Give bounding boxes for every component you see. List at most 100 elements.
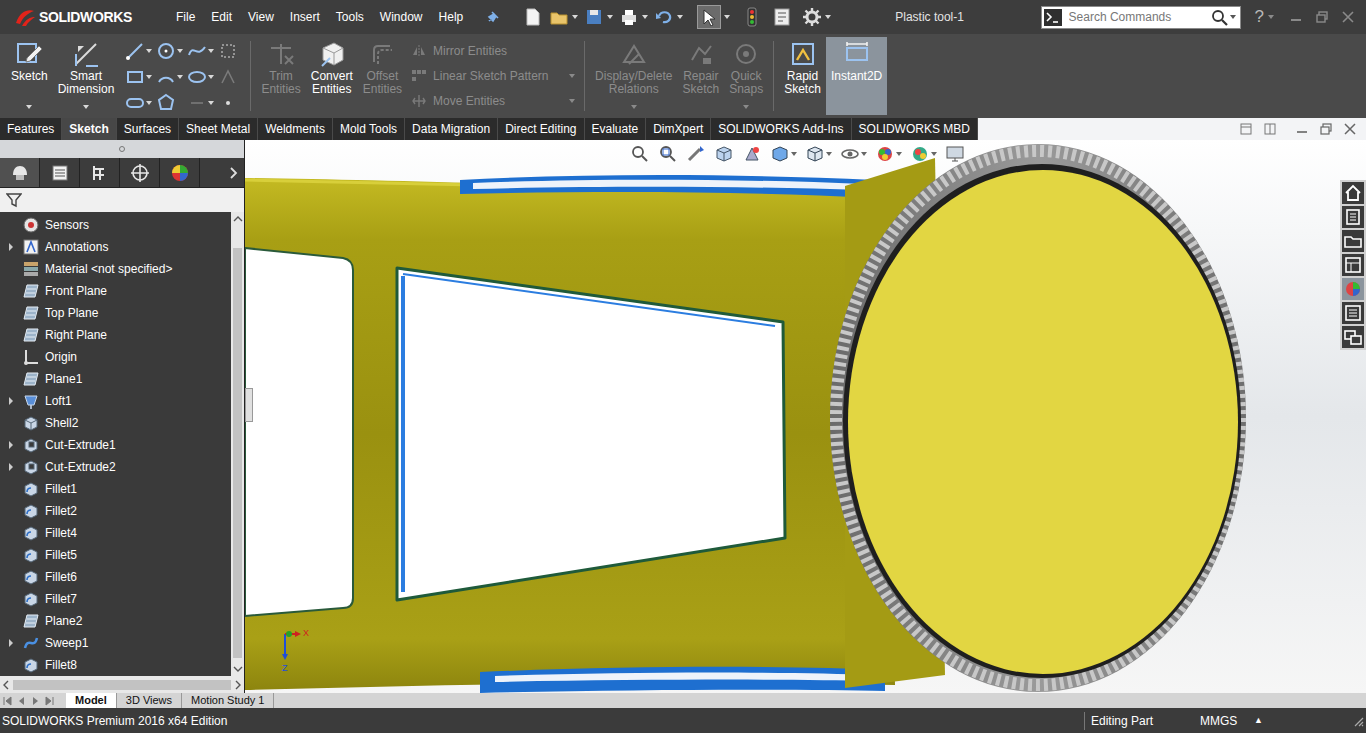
task-pane-tab[interactable]: [1342, 182, 1364, 204]
hud-button[interactable]: [684, 144, 708, 164]
tab-scroll-icon[interactable]: [45, 696, 55, 706]
dropdown-arrow-icon[interactable]: [1230, 15, 1236, 19]
panel-collapse-handle[interactable]: [245, 388, 253, 422]
ribbon-button[interactable]: Rapid Sketch: [779, 37, 826, 115]
sketch-entity-button[interactable]: [156, 65, 183, 89]
expander[interactable]: [0, 396, 22, 406]
hud-button[interactable]: [656, 144, 680, 164]
ribbon-button[interactable]: Trim Entities: [256, 37, 305, 115]
view-minimize-icon[interactable]: [1296, 123, 1308, 135]
sketch-entity-button[interactable]: [125, 65, 152, 89]
tree-item[interactable]: Sweep1: [0, 632, 231, 654]
restore-icon[interactable]: [1316, 11, 1328, 23]
task-pane-tab[interactable]: [1342, 278, 1364, 300]
dropdown-arrow-icon[interactable]: [1268, 15, 1274, 19]
hud-button[interactable]: [628, 144, 652, 164]
tree-item[interactable]: Front Plane: [0, 280, 231, 302]
sketch-entity-button[interactable]: [218, 39, 245, 63]
new-document-icon[interactable]: [523, 7, 543, 27]
open-folder-icon[interactable]: [549, 7, 569, 27]
dropdown-arrow-icon[interactable]: [569, 99, 575, 103]
expander[interactable]: [0, 638, 22, 648]
ribbon-small-button[interactable]: Move Entities: [411, 89, 575, 113]
view-restore-icon[interactable]: [1320, 123, 1332, 135]
menu-item[interactable]: Tools: [328, 0, 372, 34]
save-icon[interactable]: [584, 7, 604, 27]
dropdown-arrow-icon[interactable]: [572, 15, 578, 19]
tab-scroll-icon[interactable]: [31, 696, 41, 706]
dropdown-arrow-icon[interactable]: [743, 105, 749, 109]
print-icon[interactable]: [619, 7, 639, 27]
tree-item[interactable]: Loft1: [0, 390, 231, 412]
horizontal-scrollbar[interactable]: [0, 676, 244, 693]
panel-tab[interactable]: [40, 158, 80, 187]
dropdown-arrow-icon[interactable]: [724, 15, 730, 19]
tree-filter[interactable]: [0, 188, 244, 212]
units-text[interactable]: MMGS: [1200, 712, 1254, 730]
menu-item[interactable]: Help: [431, 0, 472, 34]
view-close-icon[interactable]: [1344, 123, 1356, 135]
tree-item[interactable]: Fillet1: [0, 478, 231, 500]
hud-button[interactable]: [768, 144, 799, 164]
bottom-tab[interactable]: Model: [66, 693, 117, 708]
command-tab[interactable]: Mold Tools: [333, 118, 405, 140]
magnifier-icon[interactable]: [1211, 9, 1228, 26]
dropdown-arrow-icon[interactable]: [569, 74, 575, 78]
split-view-icon[interactable]: [1264, 123, 1276, 135]
ribbon-small-button[interactable]: Mirror Entities: [411, 39, 575, 63]
task-pane-tab[interactable]: [1342, 254, 1364, 276]
dropdown-arrow-icon[interactable]: [631, 105, 637, 109]
tree-item[interactable]: Material <not specified>: [0, 258, 231, 280]
panel-tab[interactable]: [0, 158, 40, 187]
command-tab[interactable]: Data Migration: [405, 118, 498, 140]
dropdown-arrow-icon[interactable]: [83, 105, 89, 109]
resize-grip-icon[interactable]: [1350, 715, 1366, 727]
ribbon-button[interactable]: Instant2D: [826, 37, 887, 115]
hud-button[interactable]: [873, 144, 904, 164]
ribbon-button[interactable]: Convert Entities: [306, 37, 358, 115]
graphics-area[interactable]: XZ: [245, 140, 1366, 693]
menu-item[interactable]: File: [168, 0, 203, 34]
tree-item[interactable]: Right Plane: [0, 324, 231, 346]
menu-item[interactable]: Insert: [282, 0, 328, 34]
tree-item[interactable]: Shell2: [0, 412, 231, 434]
dropdown-arrow-icon[interactable]: [677, 15, 683, 19]
menu-item[interactable]: Window: [372, 0, 431, 34]
ribbon-small-button[interactable]: Linear Sketch Pattern: [411, 64, 575, 88]
expander[interactable]: [0, 462, 22, 472]
ribbon-button[interactable]: Display/Delete Relations: [590, 37, 677, 115]
ribbon-button[interactable]: Repair Sketch: [677, 37, 724, 115]
tab-scroll-icon[interactable]: [17, 696, 27, 706]
tree-item[interactable]: Cut-Extrude2: [0, 456, 231, 478]
sketch-entity-button[interactable]: [218, 91, 245, 115]
dropdown-arrow-icon[interactable]: [607, 15, 613, 19]
panel-tabs-more[interactable]: [200, 158, 244, 187]
tree-item[interactable]: Fillet7: [0, 588, 231, 610]
pin-icon[interactable]: [485, 9, 501, 25]
hud-button[interactable]: [943, 144, 967, 164]
sketch-entity-button[interactable]: [187, 65, 214, 89]
expander[interactable]: [0, 242, 22, 252]
sketch-entity-button[interactable]: [156, 39, 183, 63]
hud-button[interactable]: [838, 144, 869, 164]
task-pane-tab[interactable]: [1342, 230, 1364, 252]
tree-item[interactable]: Fillet5: [0, 544, 231, 566]
hud-button[interactable]: [712, 144, 736, 164]
tree-item[interactable]: Fillet4: [0, 522, 231, 544]
command-tab[interactable]: Sheet Metal: [179, 118, 258, 140]
tree-item[interactable]: Fillet8: [0, 654, 231, 676]
task-pane-tab[interactable]: [1342, 326, 1364, 348]
command-tab[interactable]: Direct Editing: [498, 118, 584, 140]
task-pane-tab[interactable]: [1342, 206, 1364, 228]
select-tool[interactable]: [697, 5, 721, 29]
command-tab[interactable]: SOLIDWORKS MBD: [852, 118, 978, 140]
bottom-tab[interactable]: 3D Views: [117, 693, 182, 708]
sketch-entity-button[interactable]: [187, 91, 214, 115]
scroll-thumb[interactable]: [233, 248, 242, 658]
tree-item[interactable]: Plane2: [0, 610, 231, 632]
sketch-entity-button[interactable]: [125, 39, 152, 63]
dropdown-arrow-icon[interactable]: [642, 15, 648, 19]
undo-icon[interactable]: [654, 7, 674, 27]
tree-item[interactable]: Top Plane: [0, 302, 231, 324]
file-properties-icon[interactable]: [772, 7, 792, 27]
